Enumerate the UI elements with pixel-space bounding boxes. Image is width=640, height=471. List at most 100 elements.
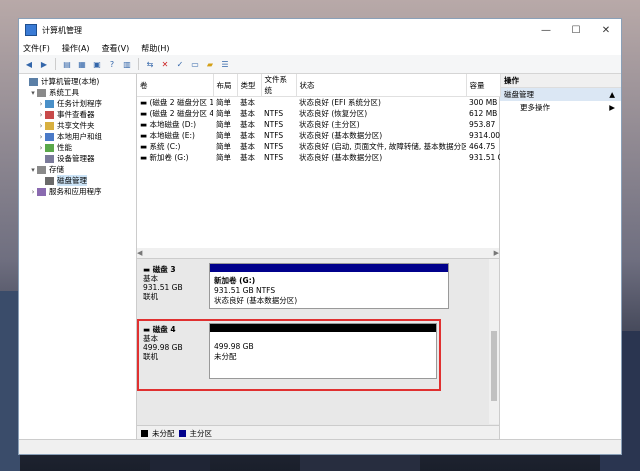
- tree-item-label: 系统工具: [49, 88, 79, 97]
- list-icon[interactable]: ☰: [219, 58, 231, 70]
- tree-item[interactable]: › 服务和应用程序: [19, 186, 136, 197]
- more-actions-item[interactable]: 更多操作 ▶: [500, 101, 621, 114]
- delete-icon[interactable]: ✕: [159, 58, 171, 70]
- table-cell: 状态良好 (EFI 系统分区): [299, 98, 381, 107]
- scroll-left-icon[interactable]: ◀: [137, 249, 142, 257]
- table-cell: 基本: [240, 153, 255, 162]
- tree-item-label: 存储: [49, 165, 64, 174]
- tree-item[interactable]: 计算机管理(本地): [19, 76, 136, 87]
- table-cell: NTFS: [264, 131, 284, 140]
- performance-icon: [45, 143, 54, 152]
- table-row[interactable]: ▬ 新加卷 (G:)简单基本 NTFS 状态良好 (基本数据分区) 931.51 GB: [137, 152, 500, 163]
- properties-icon[interactable]: ▣: [91, 58, 103, 70]
- menu-view[interactable]: 查看(V): [102, 43, 130, 54]
- menu-action[interactable]: 操作(A): [62, 43, 90, 54]
- minimize-button[interactable]: —: [531, 19, 561, 41]
- disk-type: 基本: [143, 334, 158, 343]
- menu-help[interactable]: 帮助(H): [141, 43, 169, 54]
- table-row[interactable]: ▬ (磁盘 2 磁盘分区 4) 简单 基本 NTFS 状态良好 (恢复分区) 612 MB: [137, 108, 500, 119]
- horizontal-scrollbar[interactable]: ◀ ▶: [137, 248, 499, 258]
- folder-icon[interactable]: ▰: [204, 58, 216, 70]
- storage-icon: [37, 165, 46, 174]
- tree-item[interactable]: › 任务计划程序: [19, 98, 136, 109]
- tree-item-label: 服务和应用程序: [49, 187, 102, 196]
- tree-item[interactable]: › 共享文件夹: [19, 120, 136, 131]
- disk-status: 联机: [143, 292, 158, 301]
- tree-item[interactable]: ▾ 系统工具: [19, 87, 136, 98]
- table-row[interactable]: ▬ 本地磁盘 (E:) 简单 基本 NTFS 状态良好 (基本数据分区) 9314.00: [137, 130, 500, 141]
- help-icon[interactable]: ?: [106, 58, 118, 70]
- table-row[interactable]: ▬ (磁盘 2 磁盘分区 1) 简单 基本 状态良好 (EFI 系统分区) 300 MB: [137, 97, 500, 109]
- expanded-arrow-icon[interactable]: ▾: [29, 166, 37, 174]
- disk-name-label: 磁盘 3: [152, 265, 176, 274]
- tree-item[interactable]: 设备管理器: [19, 153, 136, 164]
- table-row[interactable]: ▬ 系统 (C:) 简单 基本 NTFS 状态良好 (启动, 页面文件, 故障转储, 基…: [137, 141, 500, 152]
- expanded-arrow-icon[interactable]: ▾: [29, 89, 37, 97]
- volume-table-header: 卷 布局 类型 文件系统 状态 容量: [137, 74, 501, 97]
- up-folder-icon[interactable]: ▤: [61, 58, 73, 70]
- scrollbar-thumb[interactable]: [491, 331, 497, 401]
- event-icon: [45, 110, 54, 119]
- table-row[interactable]: ▬ 本地磁盘 (D:) 简单 基本 NTFS 状态良好 (主分区) 953.87: [137, 119, 500, 130]
- column-layout[interactable]: 布局: [213, 74, 238, 97]
- column-filesystem[interactable]: 文件系统: [261, 74, 297, 97]
- computer-icon: [29, 77, 38, 86]
- tree-item[interactable]: ▾ 存储: [19, 164, 136, 175]
- partition-unallocated[interactable]: 499.98 GB 未分配: [209, 323, 437, 379]
- collapsed-arrow-icon[interactable]: ›: [37, 111, 45, 119]
- column-status[interactable]: 状态: [296, 74, 467, 97]
- column-volume[interactable]: 卷: [137, 74, 214, 97]
- collapsed-arrow-icon[interactable]: ›: [37, 100, 45, 108]
- tree-item-label: 任务计划程序: [57, 99, 102, 108]
- menu-file[interactable]: 文件(F): [23, 43, 50, 54]
- disk-row-3[interactable]: ▬ 磁盘 3 基本 931.51 GB 联机 新加卷 (G:) 931.51 G…: [139, 263, 491, 313]
- disk-icon: [45, 176, 54, 185]
- collapse-icon[interactable]: ▲: [609, 90, 615, 99]
- tree-item-label: 设备管理器: [57, 154, 95, 163]
- collapsed-arrow-icon[interactable]: ›: [37, 122, 45, 130]
- tree-item[interactable]: 磁盘管理: [19, 175, 136, 186]
- table-cell: ▬ (磁盘 2 磁盘分区 4): [137, 108, 213, 119]
- disk-name: ▬ 磁盘 3: [143, 265, 176, 274]
- connect-icon[interactable]: ⇆: [144, 58, 156, 70]
- collapsed-arrow-icon[interactable]: ›: [37, 133, 45, 141]
- column-type[interactable]: 类型: [237, 74, 262, 97]
- folder-icon: [45, 121, 54, 130]
- console-icon[interactable]: ▥: [121, 58, 133, 70]
- open-icon[interactable]: ▭: [189, 58, 201, 70]
- actions-section-disk-management[interactable]: 磁盘管理 ▲: [500, 88, 621, 101]
- table-cell: ▬ 本地磁盘 (E:): [137, 130, 213, 141]
- disk-row-4[interactable]: ▬ 磁盘 4 基本 499.98 GB 联机 499.98 GB 未分配: [139, 323, 491, 383]
- column-capacity[interactable]: 容量: [466, 74, 501, 97]
- main-area: 计算机管理(本地) ▾ 系统工具 › 任务计划程序 › 事件查看器 › 共享文件夹 › 本地用户和组…: [19, 74, 621, 440]
- tree-item[interactable]: › 事件查看器: [19, 109, 136, 120]
- scroll-right-icon[interactable]: ▶: [494, 249, 499, 257]
- table-cell: 464.75: [469, 142, 496, 151]
- city-building: [300, 455, 420, 471]
- maximize-button[interactable]: ☐: [561, 19, 591, 41]
- close-button[interactable]: ✕: [591, 19, 621, 41]
- back-icon[interactable]: ◀: [23, 58, 35, 70]
- check-icon[interactable]: ✓: [174, 58, 186, 70]
- tree-item[interactable]: › 性能: [19, 142, 136, 153]
- vertical-scrollbar[interactable]: [489, 259, 499, 424]
- table-cell: 简单: [216, 109, 231, 118]
- volume-name: (磁盘 2 磁盘分区 1): [149, 98, 213, 107]
- tree-item[interactable]: › 本地用户和组: [19, 131, 136, 142]
- collapsed-arrow-icon[interactable]: ›: [37, 144, 45, 152]
- disk-type: 基本: [143, 274, 158, 283]
- menu-bar: 文件(F) 操作(A) 查看(V) 帮助(H): [19, 41, 621, 55]
- show-tree-icon[interactable]: ▦: [76, 58, 88, 70]
- table-cell: 基本: [240, 109, 255, 118]
- actions-section-label: 磁盘管理: [504, 90, 534, 99]
- chevron-right-icon: ▶: [609, 103, 615, 112]
- forward-icon[interactable]: ▶: [38, 58, 50, 70]
- table-cell: [261, 97, 296, 109]
- partition-size: 931.51 GB NTFS: [214, 286, 276, 295]
- disk-name: ▬ 磁盘 4: [143, 325, 176, 334]
- table-cell: 简单: [216, 153, 231, 162]
- table-cell: 基本: [240, 120, 255, 129]
- partition-details: 新加卷 (G:) 931.51 GB NTFS 状态良好 (基本数据分区): [210, 272, 448, 310]
- collapsed-arrow-icon[interactable]: ›: [29, 188, 37, 196]
- partition-g[interactable]: 新加卷 (G:) 931.51 GB NTFS 状态良好 (基本数据分区): [209, 263, 449, 309]
